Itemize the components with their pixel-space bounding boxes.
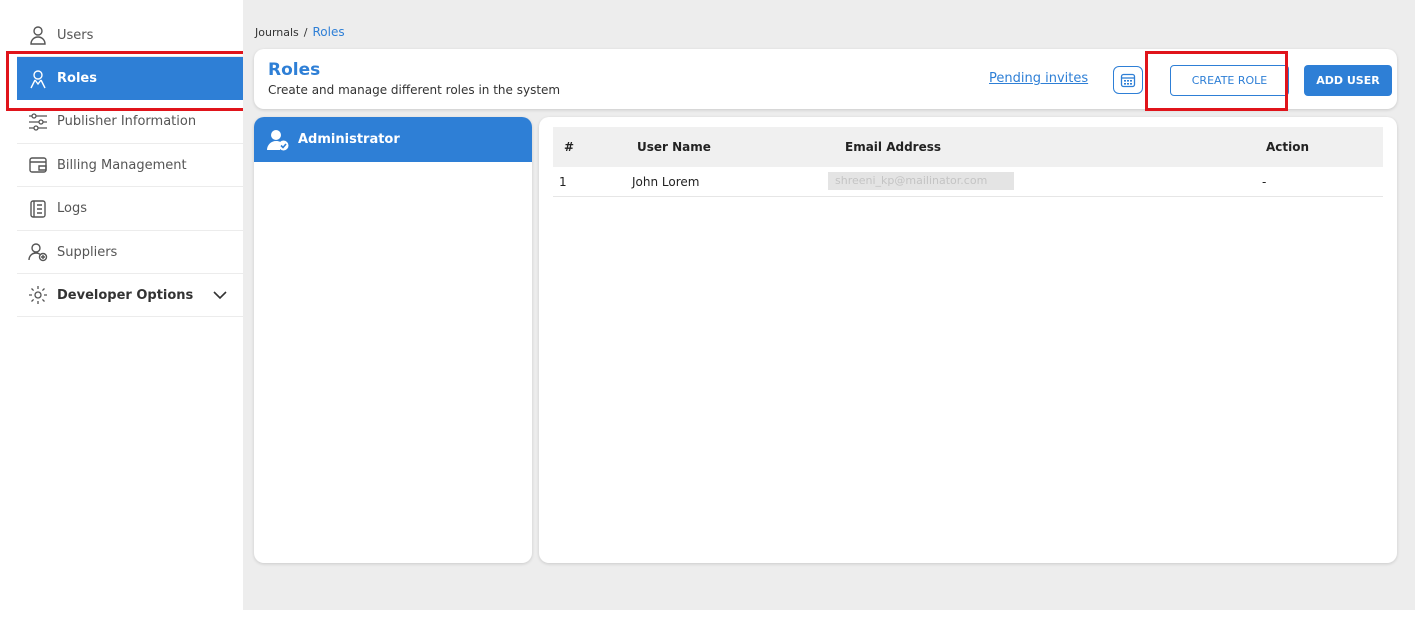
roles-icon xyxy=(27,68,49,90)
sidebar-item-roles[interactable]: Roles xyxy=(17,57,243,100)
sidebar-item-label: Developer Options xyxy=(57,287,194,303)
breadcrumb: Journals / Roles xyxy=(255,25,345,39)
row-user-name: John Lorem xyxy=(632,175,700,189)
sidebar-item-label: Billing Management xyxy=(57,157,187,173)
sidebar: Users Roles Publisher Information Billin… xyxy=(0,0,251,626)
row-action[interactable]: - xyxy=(1262,175,1266,189)
add-user-button[interactable]: ADD USER xyxy=(1304,65,1392,96)
breadcrumb-current: Roles xyxy=(312,25,345,39)
row-email: shreeni_kp@mailinator.com xyxy=(828,172,1014,190)
column-header-index: # xyxy=(564,140,575,154)
row-index: 1 xyxy=(559,175,567,189)
user-icon xyxy=(27,24,49,46)
sidebar-item-label: Logs xyxy=(57,201,87,216)
column-header-email: Email Address xyxy=(845,140,942,154)
sidebar-item-label: Suppliers xyxy=(57,244,118,260)
sidebar-item-publisher-information[interactable]: Publisher Information xyxy=(17,100,243,144)
sidebar-item-label: Publisher Information xyxy=(57,114,197,129)
sliders-icon xyxy=(27,111,49,133)
sidebar-item-suppliers[interactable]: Suppliers xyxy=(17,231,243,274)
table-header: # User Name Email Address Action xyxy=(553,127,1383,167)
sidebar-item-users[interactable]: Users xyxy=(17,14,243,57)
roles-list-panel: Administrator xyxy=(254,117,532,563)
page-header: Roles Create and manage different roles … xyxy=(254,49,1397,109)
create-role-button[interactable]: CREATE ROLE xyxy=(1170,65,1289,96)
calendar-button[interactable] xyxy=(1113,66,1143,94)
gear-icon xyxy=(27,284,49,306)
role-label: Administrator xyxy=(298,132,400,147)
column-header-user-name: User Name xyxy=(637,140,711,154)
sidebar-item-billing-management[interactable]: Billing Management xyxy=(17,144,243,187)
calendar-icon xyxy=(1120,73,1136,88)
main-content: Journals / Roles Roles Create and manage d… xyxy=(243,0,1415,610)
sidebar-item-logs[interactable]: Logs xyxy=(17,187,243,231)
supplier-icon xyxy=(27,241,49,263)
footer-strip xyxy=(243,610,1415,626)
sidebar-item-label: Roles xyxy=(57,71,97,86)
sidebar-item-label: Users xyxy=(57,27,94,43)
users-table-panel: # User Name Email Address Action 1 John … xyxy=(539,117,1397,563)
breadcrumb-separator: / xyxy=(303,26,308,39)
role-item-administrator[interactable]: Administrator xyxy=(254,117,532,162)
column-header-action: Action xyxy=(1266,140,1310,154)
app-root: Users Roles Publisher Information Billin… xyxy=(0,0,1415,626)
page-subtitle: Create and manage different roles in the… xyxy=(268,83,561,97)
table-row: 1 John Lorem shreeni_kp@mailinator.com - xyxy=(553,169,1383,197)
page-title: Roles xyxy=(268,60,321,80)
admin-user-icon xyxy=(267,129,289,150)
breadcrumb-parent[interactable]: Journals xyxy=(255,26,299,39)
pending-invites-link[interactable]: Pending invites xyxy=(989,71,1088,86)
notebook-icon xyxy=(27,198,49,220)
wallet-icon xyxy=(27,154,49,176)
sidebar-item-developer-options[interactable]: Developer Options xyxy=(17,274,243,317)
chevron-down-icon[interactable] xyxy=(211,286,229,304)
